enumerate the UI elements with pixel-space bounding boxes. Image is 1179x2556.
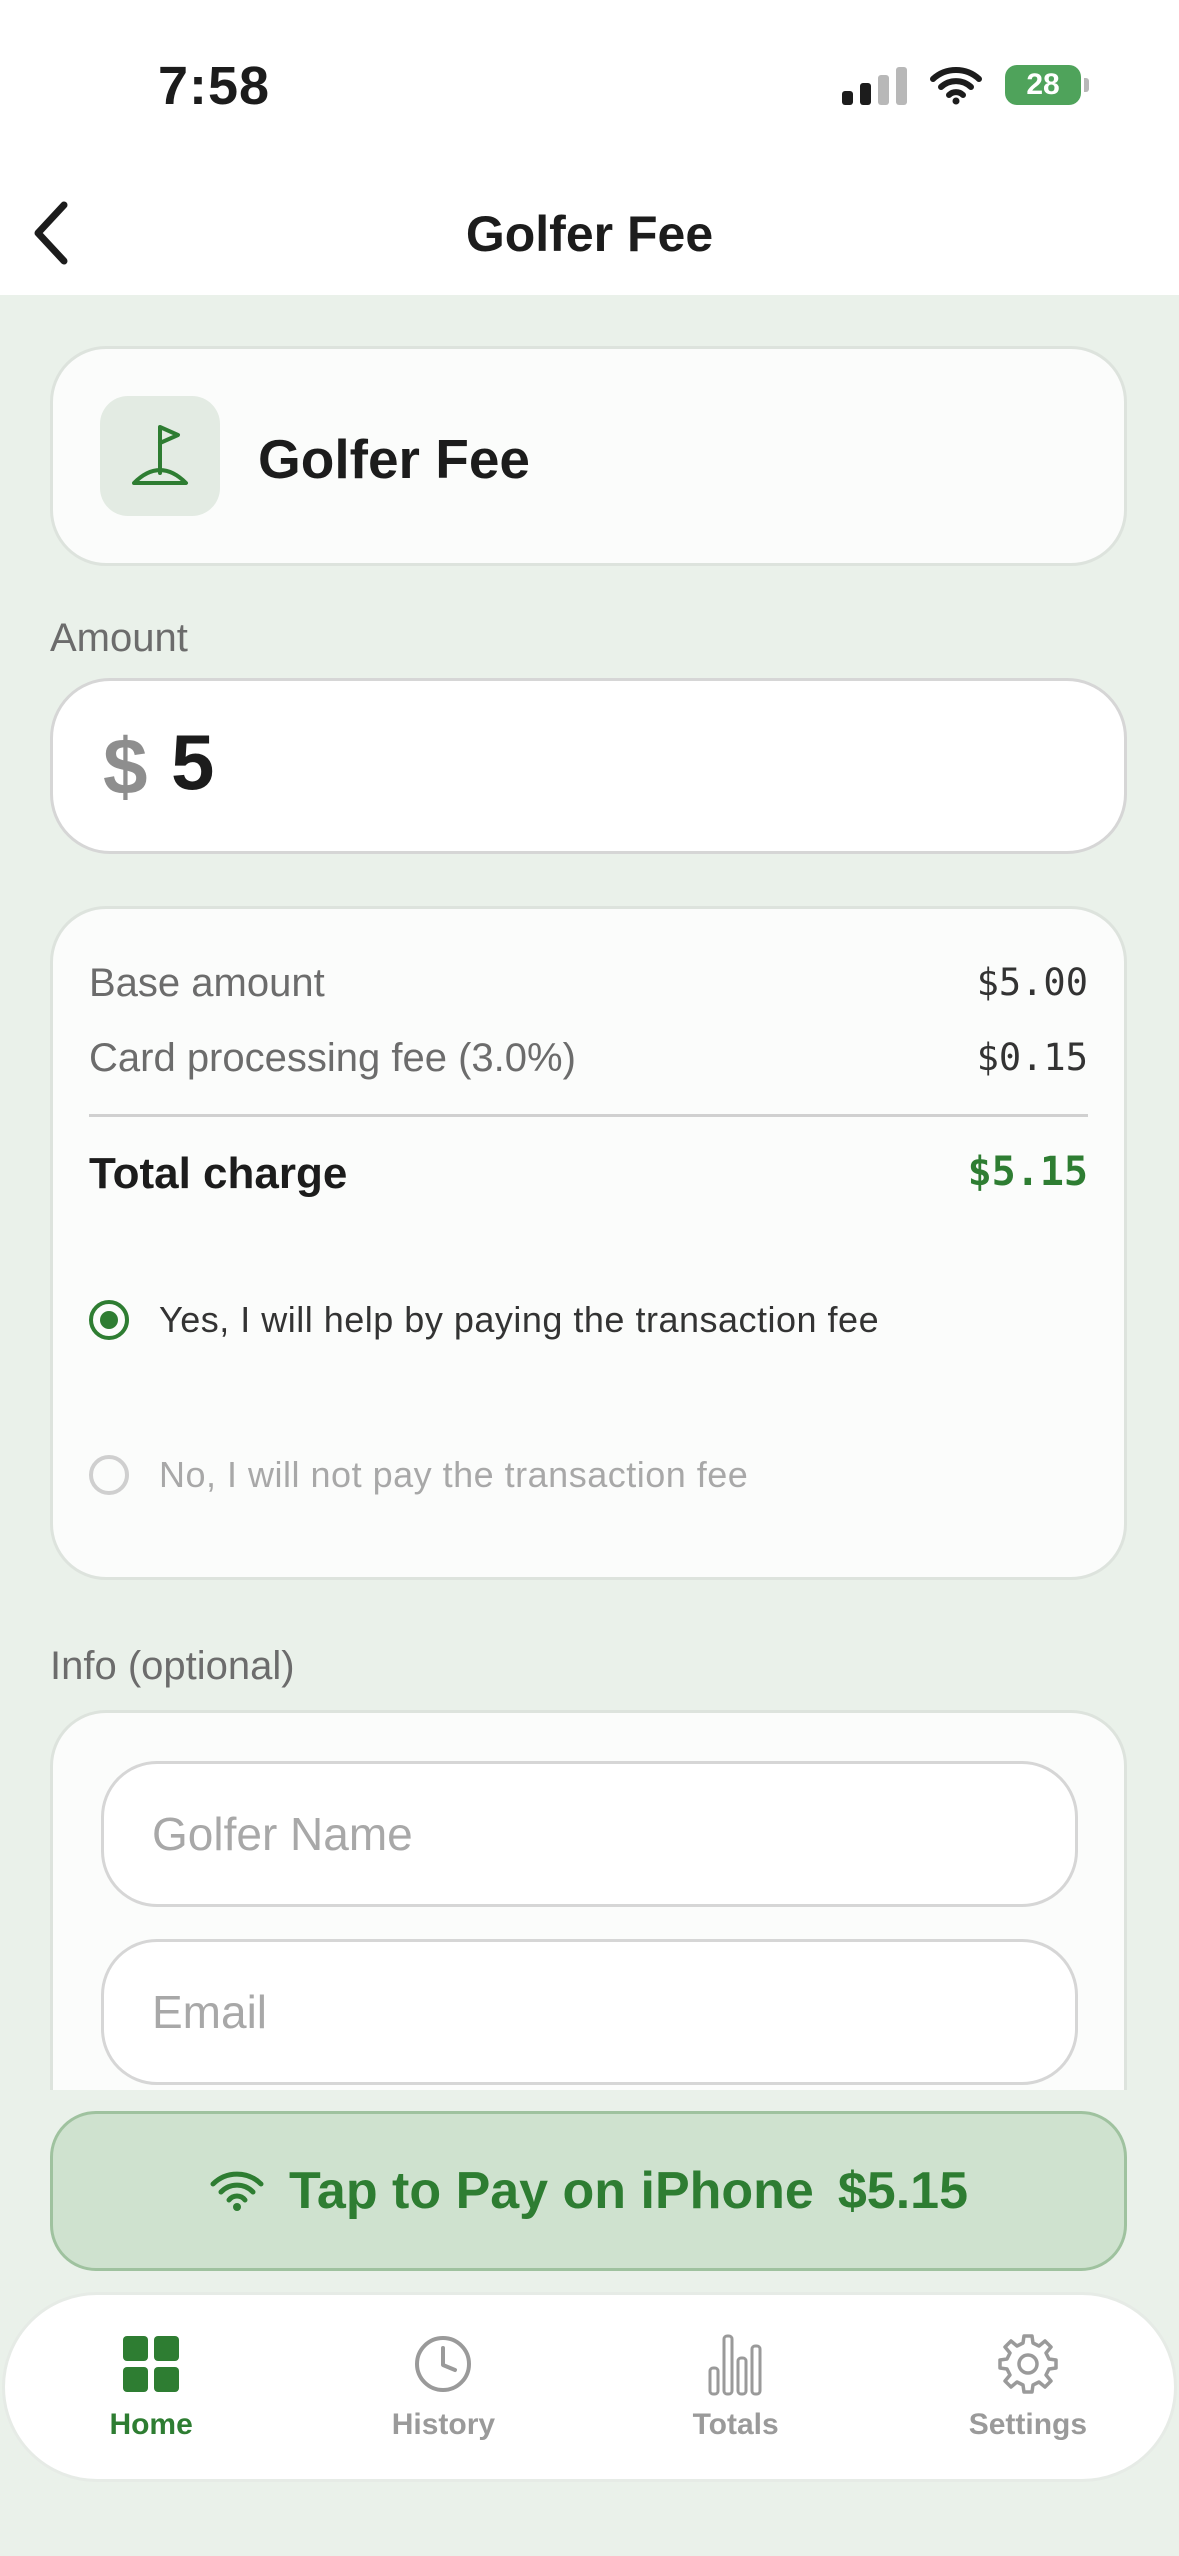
- product-name: Golfer Fee: [258, 428, 531, 490]
- processing-fee-label: Card processing fee (3.0%): [89, 1036, 576, 1080]
- product-icon-box: [100, 396, 220, 516]
- total-charge-row: Total charge $5.15: [89, 1149, 1088, 1199]
- tab-home-label: Home: [109, 2408, 193, 2441]
- pay-fee-no-label: No, I will not pay the transaction fee: [159, 1454, 749, 1495]
- total-charge-label: Total charge: [89, 1149, 348, 1198]
- pay-button-amount: $5.15: [837, 2162, 968, 2220]
- divider: [89, 1114, 1088, 1117]
- clock-icon: [411, 2332, 475, 2396]
- amount-input[interactable]: $ 5: [50, 678, 1127, 854]
- tab-settings-label: Settings: [968, 2408, 1088, 2441]
- tab-bar: Home History Totals Settings: [2, 2292, 1177, 2482]
- contactless-icon: [210, 2171, 264, 2211]
- pay-button-label: Tap to Pay on iPhone: [289, 2162, 814, 2220]
- golfer-name-input[interactable]: Golfer Name: [101, 1761, 1078, 1907]
- fee-breakdown-card: Base amount $5.00 Card processing fee (3…: [50, 906, 1127, 1580]
- product-card: Golfer Fee: [50, 346, 1127, 566]
- processing-fee-row: Card processing fee (3.0%) $0.15: [89, 1036, 1088, 1081]
- processing-fee-value: $0.15: [976, 1036, 1088, 1079]
- cellular-signal-icon: [842, 65, 907, 105]
- navigation-bar: Golfer Fee: [0, 175, 1179, 295]
- bar-chart-icon: [704, 2332, 768, 2396]
- tab-totals[interactable]: Totals: [636, 2332, 836, 2442]
- gear-icon: [996, 2332, 1060, 2396]
- pay-fee-no-option[interactable]: No, I will not pay the transaction fee: [89, 1454, 1088, 1496]
- pay-fee-yes-option[interactable]: Yes, I will help by paying the transacti…: [89, 1299, 1088, 1341]
- tab-totals-label: Totals: [692, 2408, 779, 2441]
- battery-icon: 28: [1005, 65, 1089, 105]
- currency-symbol: $: [103, 722, 148, 811]
- status-icons: 28: [842, 60, 1089, 110]
- page-title: Golfer Fee: [465, 206, 714, 262]
- pay-fee-yes-label: Yes, I will help by paying the transacti…: [159, 1299, 880, 1340]
- battery-level: 28: [1026, 68, 1060, 101]
- tap-to-pay-button[interactable]: Tap to Pay on iPhone $5.15: [50, 2111, 1127, 2271]
- info-card: Golfer Name Email: [50, 1710, 1127, 2090]
- info-label: Info (optional): [50, 1644, 295, 1688]
- amount-value: 5: [171, 718, 215, 806]
- grid-icon: [119, 2332, 183, 2396]
- tab-home[interactable]: Home: [51, 2332, 251, 2442]
- wifi-icon: [930, 67, 982, 105]
- tab-settings[interactable]: Settings: [928, 2332, 1128, 2442]
- radio-selected-icon[interactable]: [89, 1300, 129, 1340]
- base-amount-value: $5.00: [976, 961, 1088, 1004]
- base-amount-label: Base amount: [89, 961, 325, 1005]
- status-bar: 7:58 28: [0, 0, 1179, 175]
- base-amount-row: Base amount $5.00: [89, 961, 1088, 1006]
- tab-history[interactable]: History: [343, 2332, 543, 2442]
- radio-unselected-icon[interactable]: [89, 1455, 129, 1495]
- tab-history-label: History: [391, 2408, 496, 2441]
- amount-label: Amount: [50, 616, 188, 660]
- golf-flag-icon: [132, 425, 188, 485]
- email-input[interactable]: Email: [101, 1939, 1078, 2085]
- status-time: 7:58: [158, 56, 271, 116]
- total-charge-value: $5.15: [967, 1149, 1088, 1195]
